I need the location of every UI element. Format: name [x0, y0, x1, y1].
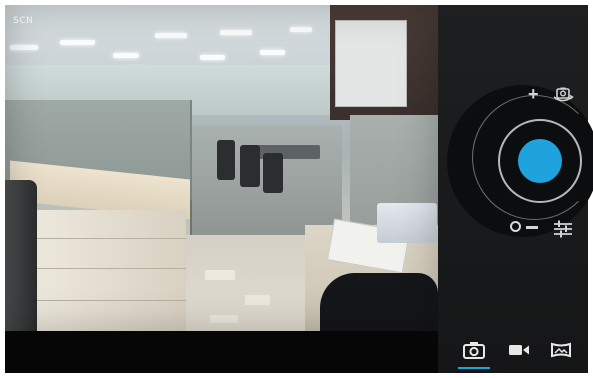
zoom-knob[interactable]: [510, 221, 521, 232]
photo-mode-icon[interactable]: [463, 341, 485, 359]
zoom-out-icon[interactable]: [526, 226, 538, 229]
zoom-in-icon[interactable]: +: [528, 85, 539, 103]
scene-mode-label[interactable]: SCN: [13, 16, 33, 26]
shutter-button[interactable]: [518, 139, 562, 183]
camera-viewfinder[interactable]: SCN: [5, 5, 438, 331]
settings-sliders-icon[interactable]: [553, 220, 573, 238]
video-mode-icon[interactable]: [508, 343, 530, 357]
vignette: [5, 5, 438, 331]
bottom-bar: [5, 331, 438, 373]
switch-camera-icon[interactable]: [552, 87, 574, 103]
panorama-mode-icon[interactable]: [551, 342, 571, 358]
selected-mode-indicator: [458, 367, 490, 369]
